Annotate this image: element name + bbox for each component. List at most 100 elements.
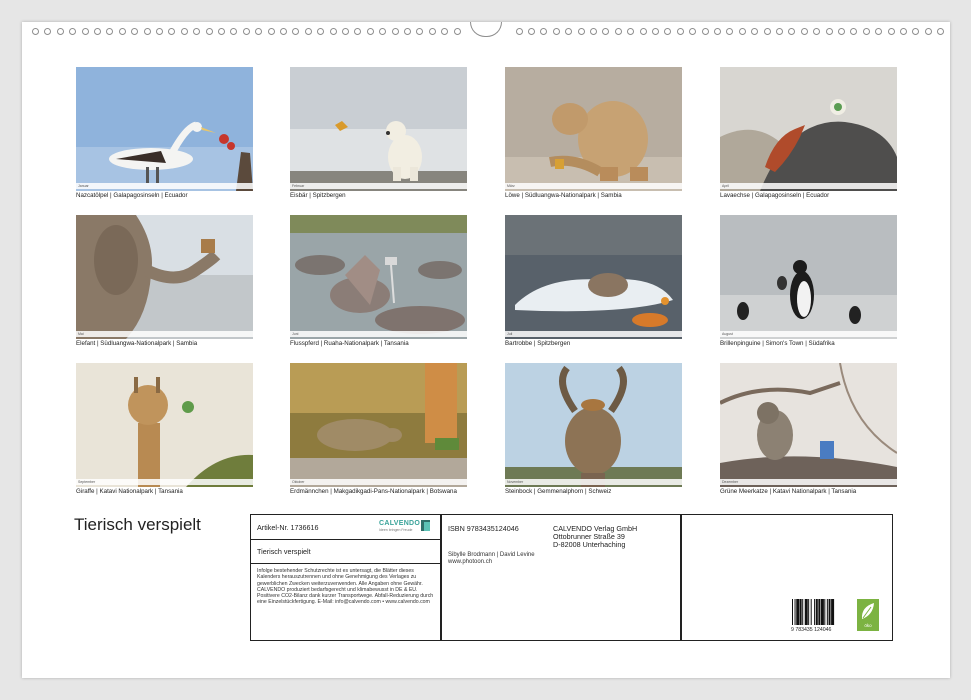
binding-ring [738,28,746,35]
binding-ring [875,28,883,35]
binding-ring [180,28,188,35]
month-label: Februar [292,184,305,188]
photo-caption: Eisbär | Spitzbergen [290,192,346,199]
binding-ring [924,28,932,35]
photo-caption: Nazcatölpel | Galapagosinseln | Ecuador [76,192,188,199]
binding-ring [565,28,573,35]
photo-hippo: Juni [290,215,467,339]
binding-ring [652,28,659,35]
legal-notice: Infolge bestehender Schutzrechte ist es … [257,568,434,606]
binding-ring [751,28,759,35]
imprint-box: Artikel-Nr. 1736616 CALVENDO Ideen bring… [250,514,893,641]
authors: Sibylle Brodmann | David Levine [448,552,535,558]
binding-ring [788,28,796,35]
photo-caption: Elefant | Südluangwa-Nationalpark | Samb… [76,340,198,347]
month-label: Januar [78,184,89,188]
binding-ring [664,28,672,35]
binding-ring [689,28,697,35]
calvendo-logo: CALVENDO Ideen bringen Freude [379,519,435,535]
eco-label-icon: öko [857,599,879,631]
month-label: April [722,184,730,188]
photo-tile-3: März Löwe | Südluangwa-Nationalpark | Sa… [505,67,682,205]
month-label: Juli [507,332,513,336]
binding-ring [255,28,263,35]
photo-tile-12: Dezember Grüne Meerkatze | Katavi Nation… [720,363,897,501]
binding-ring [56,28,64,35]
photo-giraffe: September [76,363,253,487]
binding-ring [887,28,895,35]
isbn: ISBN 9783435124046 [448,524,519,533]
binding-ring [825,28,833,35]
photo-bearded-seal: Juli [505,215,682,339]
photo-elephant: Mai [76,215,253,339]
binding-ring [69,28,77,35]
month-label: Oktober [292,480,305,484]
binding-ring [94,28,101,35]
binding-ring [404,28,411,35]
calendar-title: Tierisch verspielt [74,515,201,534]
photo-caption: Flusspferd | Ruaha-Nationalpark | Tansan… [290,340,409,347]
binding-ring [850,28,858,35]
month-label: Juni [292,332,299,336]
binding-ring [838,28,845,35]
photo-caption: Lavaechse | Galapagosinseln | Ecuador [720,192,830,199]
binding-ring [131,28,139,35]
binding-ring [726,28,734,35]
photo-caption: Löwe | Südluangwa-Nationalpark | Sambia [505,192,622,199]
barcode-number: 9 783435 124046 [791,627,832,633]
binding-ring [813,28,821,35]
binding-ring [205,28,213,35]
photo-caption: Erdmännchen | Makgadikgadi-Pans-National… [290,488,457,495]
photo-tile-5: Mai Elefant | Südluangwa-Nationalpark | … [76,215,253,353]
month-label: November [507,480,524,484]
photo-vervet-monkey: Dezember [720,363,897,487]
binding-ring [193,28,201,35]
binding-ring [627,28,635,35]
binding-ring [577,28,585,35]
calendar-back-sheet: Januar Nazcatölpel | Galapagosinseln | E… [22,22,950,678]
photo-caption: Bartrobbe | Spitzbergen [505,340,571,347]
binding-ring [230,28,238,35]
photo-tile-7: Juli Bartrobbe | Spitzbergen [505,215,682,353]
binding-ring [862,28,870,35]
binding-ring [639,28,647,35]
binding-ring [354,28,362,35]
binding-ring [32,28,39,35]
binding-ring [106,28,114,35]
photo-lava-lizard: April [720,67,897,191]
photo-penguins: August [720,215,897,339]
binding-ring [515,28,523,35]
binding-ring [701,28,709,35]
photo-tile-1: Januar Nazcatölpel | Galapagosinseln | E… [76,67,253,205]
photo-caption: Grüne Meerkatze | Katavi Nationalpark | … [720,488,857,495]
binding-ring [242,28,250,35]
binding-ring [528,28,535,35]
binding-ring [81,28,89,35]
photo-caption: Steinbock | Gemmenalphorn | Schweiz [505,488,612,495]
month-label: März [507,184,515,188]
photo-tile-8: August Brillenpinguine | Simon's Town | … [720,215,897,353]
photo-caption: Brillenpinguine | Simon's Town | Südafri… [720,340,835,347]
month-label: August [722,332,733,336]
binding-ring [317,28,325,35]
binding-ring [776,28,783,35]
binding-ring [267,28,275,35]
month-label: Mai [78,332,84,336]
binding-ring [143,28,151,35]
binding-ring [292,28,300,35]
binding-ring [391,28,399,35]
binding-ring [379,28,387,35]
binding-ring [416,28,424,35]
binding-ring [366,28,374,35]
binding-ring [453,28,461,35]
photo-tile-9: September Giraffe | Katavi Nationalpark … [76,363,253,501]
photo-tile-10: Oktober Erdmännchen | Makgadikgadi-Pans-… [290,363,467,501]
product-title: Tierisch verspielt [257,547,311,556]
month-label: September [78,480,96,484]
binding-ring [900,28,907,35]
month-label: Dezember [722,480,739,484]
binding-ring [168,28,176,35]
binding-ring [763,28,771,35]
binding-ring [552,28,560,35]
binding-ring [602,28,610,35]
